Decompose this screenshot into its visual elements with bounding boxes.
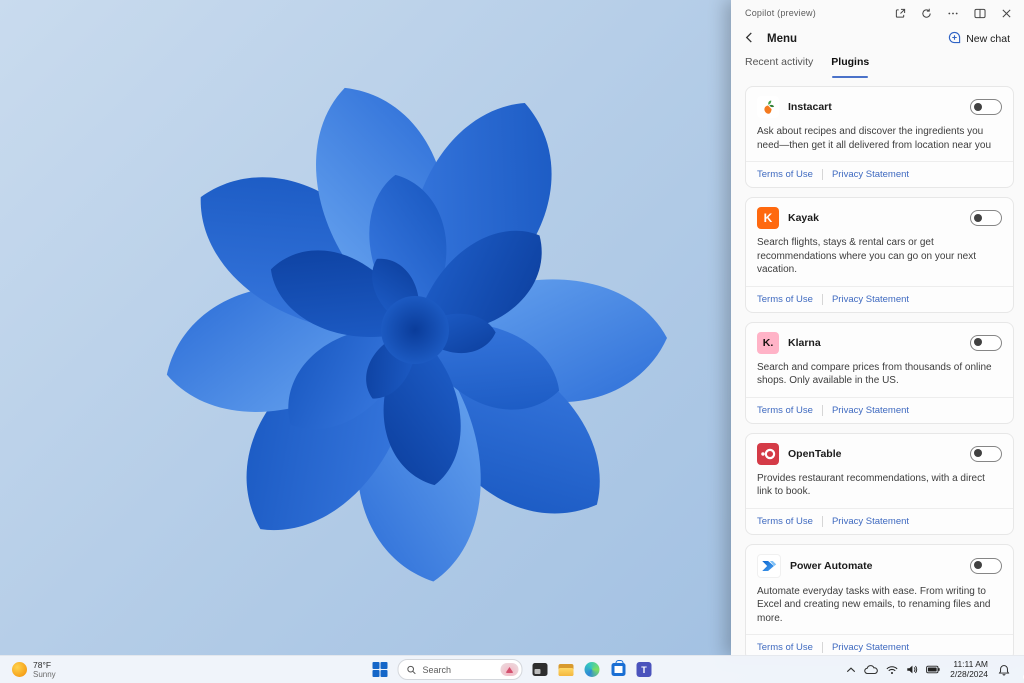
- teams-icon: T: [636, 662, 652, 677]
- start-button[interactable]: [372, 661, 389, 678]
- new-chat-label: New chat: [966, 33, 1010, 45]
- plugin-card-klarna: K. Klarna Search and compare prices from…: [745, 321, 1014, 424]
- weather-widget[interactable]: 78°F Sunny: [6, 658, 62, 682]
- page-title: Menu: [767, 33, 798, 45]
- opentable-logo-icon: [757, 442, 779, 465]
- refresh-icon[interactable]: [921, 8, 932, 19]
- privacy-statement-link[interactable]: Privacy Statement: [832, 294, 909, 305]
- tab-plugins[interactable]: Plugins: [831, 56, 869, 78]
- task-view-button[interactable]: [532, 661, 549, 678]
- link-divider: [821, 642, 823, 653]
- tab-bar: Recent activity Plugins: [731, 52, 1024, 78]
- panel-header: Menu New chat: [731, 26, 1024, 52]
- taskbar-center: Search T: [372, 659, 653, 680]
- tab-recent-activity[interactable]: Recent activity: [745, 56, 813, 78]
- back-chevron-icon[interactable]: [745, 32, 757, 46]
- copilot-panel: Copilot (preview) Menu New chat Recent a…: [731, 0, 1024, 656]
- privacy-statement-link[interactable]: Privacy Statement: [832, 642, 909, 653]
- terms-of-use-link[interactable]: Terms of Use: [757, 642, 813, 653]
- plugin-toggle[interactable]: [970, 99, 1002, 115]
- volume-icon[interactable]: [906, 664, 918, 675]
- plugin-name: Instacart: [788, 101, 832, 113]
- windows-logo-icon: [372, 661, 388, 678]
- plugin-description: Automate everyday tasks with ease. From …: [757, 585, 991, 624]
- microsoft-store-button[interactable]: [610, 660, 627, 678]
- terms-of-use-link[interactable]: Terms of Use: [757, 516, 813, 527]
- privacy-statement-link[interactable]: Privacy Statement: [832, 405, 909, 416]
- link-divider: [821, 169, 823, 180]
- notification-bell-icon[interactable]: [998, 664, 1010, 676]
- microsoft-store-icon: [611, 660, 625, 676]
- edge-icon: [584, 662, 600, 677]
- clock-date: 2/28/2024: [950, 668, 988, 679]
- open-in-new-window-icon[interactable]: [895, 8, 906, 19]
- plugin-card-kayak: K Kayak Search flights, stays & rental c…: [745, 197, 1014, 313]
- onedrive-cloud-icon[interactable]: [864, 664, 878, 675]
- plugin-toggle[interactable]: [970, 557, 1002, 574]
- file-explorer-icon: [558, 663, 574, 676]
- privacy-statement-link[interactable]: Privacy Statement: [832, 516, 909, 527]
- plugin-card-power-automate: Power Automate Automate everyday tasks w…: [745, 543, 1014, 656]
- search-placeholder: Search: [422, 664, 452, 675]
- klarna-logo-icon: K.: [757, 331, 779, 354]
- battery-icon[interactable]: [926, 665, 940, 674]
- plugin-description: Provides restaurant recommendations, wit…: [757, 472, 985, 498]
- weather-temperature: 78°F: [33, 659, 52, 670]
- task-view-icon: [532, 663, 548, 676]
- kayak-logo-icon: K: [757, 207, 779, 229]
- plugin-description: Search flights, stays & rental cars or g…: [757, 237, 977, 275]
- terms-of-use-link[interactable]: Terms of Use: [757, 294, 813, 305]
- link-divider: [821, 515, 823, 527]
- plugin-name: Power Automate: [790, 559, 873, 572]
- search-highlight-image: [500, 663, 519, 676]
- taskbar: 78°F Sunny Search T 11:11 AM 2/28/2024: [0, 655, 1024, 683]
- search-box[interactable]: Search: [397, 659, 523, 680]
- plugin-name: Kayak: [788, 212, 819, 224]
- link-divider: [821, 404, 823, 416]
- search-icon: [407, 665, 416, 674]
- plugin-list: Instacart Ask about recipes and discover…: [731, 78, 1024, 656]
- edge-button[interactable]: [584, 661, 601, 678]
- plugin-name: OpenTable: [788, 447, 842, 460]
- clock[interactable]: 11:11 AM 2/28/2024: [948, 659, 990, 679]
- new-chat-icon: [948, 31, 961, 47]
- sun-icon: [12, 662, 27, 677]
- power-automate-logo-icon: [757, 553, 781, 578]
- teams-button[interactable]: T: [636, 661, 653, 678]
- panel-titlebar: Copilot (preview): [731, 0, 1024, 26]
- panel-title: Copilot (preview): [745, 8, 816, 18]
- plugin-toggle[interactable]: [970, 334, 1002, 351]
- plugin-toggle[interactable]: [970, 210, 1002, 226]
- plugin-card-opentable: OpenTable Provides restaurant recommenda…: [745, 432, 1014, 535]
- close-icon[interactable]: [1001, 8, 1012, 19]
- plugin-description: Ask about recipes and discover the ingre…: [757, 126, 992, 151]
- terms-of-use-link[interactable]: Terms of Use: [757, 405, 813, 416]
- privacy-statement-link[interactable]: Privacy Statement: [832, 169, 909, 180]
- terms-of-use-link[interactable]: Terms of Use: [757, 169, 813, 180]
- new-chat-button[interactable]: New chat: [948, 31, 1010, 47]
- plugin-name: Klarna: [788, 336, 821, 349]
- instacart-carrot-icon: [757, 96, 779, 118]
- weather-condition: Sunny: [33, 669, 56, 679]
- hidden-icons-chevron-icon[interactable]: [846, 666, 856, 674]
- wifi-icon[interactable]: [886, 665, 898, 675]
- file-explorer-button[interactable]: [558, 661, 575, 678]
- plugin-description: Search and compare prices from thousands…: [757, 361, 992, 387]
- plugin-card-instacart: Instacart Ask about recipes and discover…: [745, 86, 1014, 188]
- link-divider: [821, 293, 823, 305]
- plugin-toggle[interactable]: [970, 445, 1002, 462]
- more-options-icon[interactable]: [947, 8, 959, 19]
- system-tray: 11:11 AM 2/28/2024: [846, 659, 1018, 679]
- split-view-icon[interactable]: [974, 8, 986, 19]
